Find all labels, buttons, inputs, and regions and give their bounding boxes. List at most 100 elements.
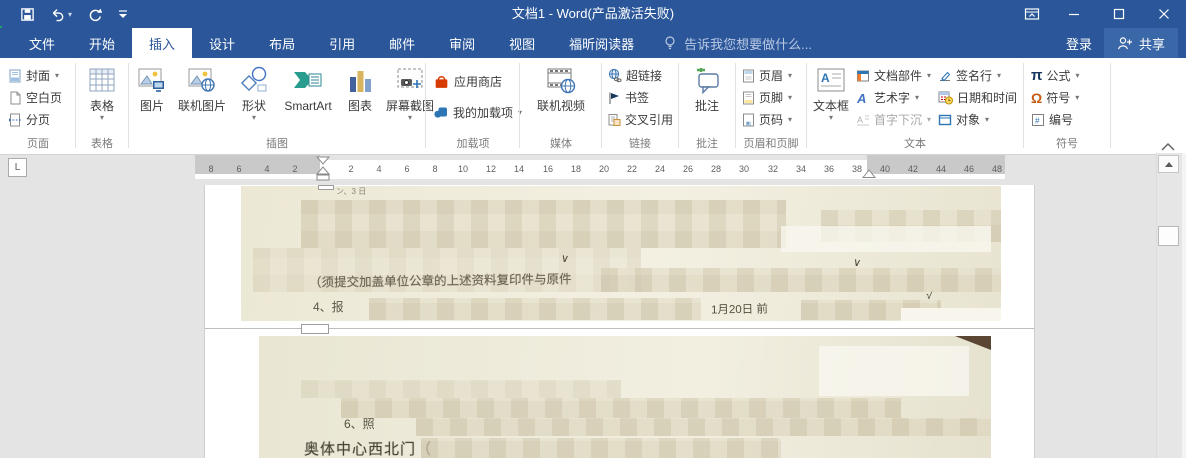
tab-mailings[interactable]: 邮件 [372,28,432,58]
tab-layout[interactable]: 布局 [252,28,312,58]
scroll-up-button[interactable] [1158,155,1179,173]
ruler-number: 36 [823,164,834,174]
signature-line-button[interactable]: 签名行 ▾ [938,65,1001,86]
bookmark-button[interactable]: 书签 [607,87,649,108]
chevron-down-icon: ▾ [927,71,932,80]
ruler-number: 34 [795,164,806,174]
ruler-number: 14 [513,164,524,174]
tab-insert[interactable]: 插入 [132,28,193,58]
ribbon-display-options-button[interactable] [1013,0,1051,28]
hyperlink-label: 超链接 [626,69,663,83]
table-button[interactable]: 表格 ▾ [80,60,124,122]
page-number-button[interactable]: # 页码 ▾ [742,109,792,130]
ruler-number: 6 [404,164,410,174]
collapse-ribbon-button[interactable] [1160,139,1178,151]
header-button[interactable]: 页眉 ▾ [742,65,792,86]
scan-item-4: 4、报 [313,300,344,314]
cover-page-label: 封面 [26,69,51,83]
window-controls [1013,0,1186,28]
tab-references[interactable]: 引用 [312,28,372,58]
store-button[interactable]: 应用商店 [433,69,502,93]
textbox-button[interactable]: A 文本框 ▾ [810,60,852,122]
maximize-button[interactable] [1096,0,1141,28]
shapes-button[interactable]: 形状 ▾ [232,60,276,122]
scan-fragment-top: ン、3 日 [336,187,367,196]
ruler-number: 42 [907,164,918,174]
number-button[interactable]: # 编号 [1031,109,1073,130]
cover-page-button[interactable]: 封面 ▾ [8,65,59,86]
ruler-number: 18 [570,164,581,174]
vertical-scrollbar[interactable] [1156,153,1182,458]
redacted-block [301,200,786,248]
my-addins-button[interactable]: 我的加载项 ▾ [433,100,522,124]
group-symbols: π 公式 ▾ Ω 符号 ▾ # 编号 符号 [1025,58,1109,154]
object-anchor-box[interactable] [318,185,334,190]
my-addins-icon [434,107,447,118]
object-button[interactable]: 对象 ▾ [938,109,989,130]
smartart-icon [294,72,322,88]
header-icon [743,69,754,82]
hyperlink-button[interactable]: 超链接 [607,65,662,86]
page-number-label: 页码 [759,113,784,127]
share-button[interactable]: 共享 [1103,28,1178,58]
scanned-image-2[interactable]: 6、照 奥体中心西北门（ [259,336,991,458]
scrollbar-thumb[interactable] [1158,226,1179,246]
right-indent-marker[interactable] [862,169,876,179]
equation-button[interactable]: π 公式 ▾ [1031,65,1080,86]
object-anchor-box[interactable] [301,324,329,334]
tab-home[interactable]: 开始 [72,28,132,58]
date-time-button[interactable]: 日期和时间 [938,87,1017,108]
tab-view[interactable]: 视图 [492,28,552,58]
group-comments: 批注 批注 [680,58,734,154]
redacted-block [421,438,781,458]
minimize-button[interactable] [1051,0,1096,28]
redacted-block [301,380,621,398]
page-break-button[interactable]: 分页 [8,109,50,130]
footer-button[interactable]: 页脚 ▾ [742,87,792,108]
tab-foxit-reader[interactable]: 福昕阅读器 [552,28,651,58]
chevron-down-icon: ▾ [788,93,793,102]
group-pages: 封面 ▾ 空白页 分页 页面 [2,58,74,154]
quick-parts-button[interactable]: 文档部件 ▾ [856,65,931,86]
word-window: ▾ 文档1 - Word(产品激活失败) 文件 开始 插入 设计 布局 引用 邮… [0,0,1186,458]
ruler-number: 8 [208,164,214,174]
symbol-button[interactable]: Ω 符号 ▾ [1031,87,1079,108]
tab-design[interactable]: 设计 [192,28,252,58]
ruler-number: 32 [767,164,778,174]
document-canvas[interactable]: ン、3 日 ∨ ∨ √ （须提交加盖单位公章的上述资料复印件与原件 4、报 1月… [0,185,1186,458]
online-video-button[interactable]: 联机视频 [531,60,591,113]
scan-date: 1月20日 前 [710,303,769,317]
cross-reference-button[interactable]: 交叉引用 [607,109,673,130]
tab-stop-selector[interactable]: L [8,158,27,177]
online-pictures-button[interactable]: 联机图片 [174,60,230,113]
indent-markers[interactable] [314,156,332,184]
chart-button[interactable]: 图表 [340,60,380,113]
group-label-text: 文本 [904,138,926,150]
svg-text:A: A [856,91,866,105]
chevron-down-icon: ▾ [788,115,793,124]
scan-venue-line: 奥体中心西北门（ [304,441,433,458]
svg-text:A: A [857,115,863,125]
sign-in-button[interactable]: 登录 [1054,28,1104,58]
image-border-line [205,328,1034,329]
tell-me-placeholder: 告诉我您想要做什么... [684,36,812,52]
comment-button[interactable]: 批注 [685,60,729,113]
wordart-button[interactable]: A 艺术字 ▾ [856,87,919,108]
pictures-icon [138,68,164,92]
header-label: 页眉 [759,69,784,83]
document-page[interactable]: ン、3 日 ∨ ∨ √ （须提交加盖单位公章的上述资料复印件与原件 4、报 1月… [204,185,1035,458]
tab-review[interactable]: 审阅 [432,28,492,58]
ruler-number: 16 [542,164,553,174]
drop-cap-button[interactable]: A 首字下沉 ▾ [856,109,931,130]
lightbulb-icon [665,36,675,50]
ruler-number: 48 [991,164,1002,174]
pictures-button[interactable]: 图片 [132,60,172,113]
collapse-ribbon-icon [1161,143,1175,151]
smartart-button[interactable]: SmartArt [278,60,338,113]
chevron-down-icon: ▾ [915,93,920,102]
close-button[interactable] [1141,0,1186,28]
blank-page-button[interactable]: 空白页 [8,87,62,108]
tab-file[interactable]: 文件 [12,28,72,58]
tell-me-box[interactable]: 告诉我您想要做什么... [663,28,812,58]
scanned-image-1[interactable]: ン、3 日 ∨ ∨ √ （须提交加盖单位公章的上述资料复印件与原件 4、报 1月… [241,186,1001,321]
